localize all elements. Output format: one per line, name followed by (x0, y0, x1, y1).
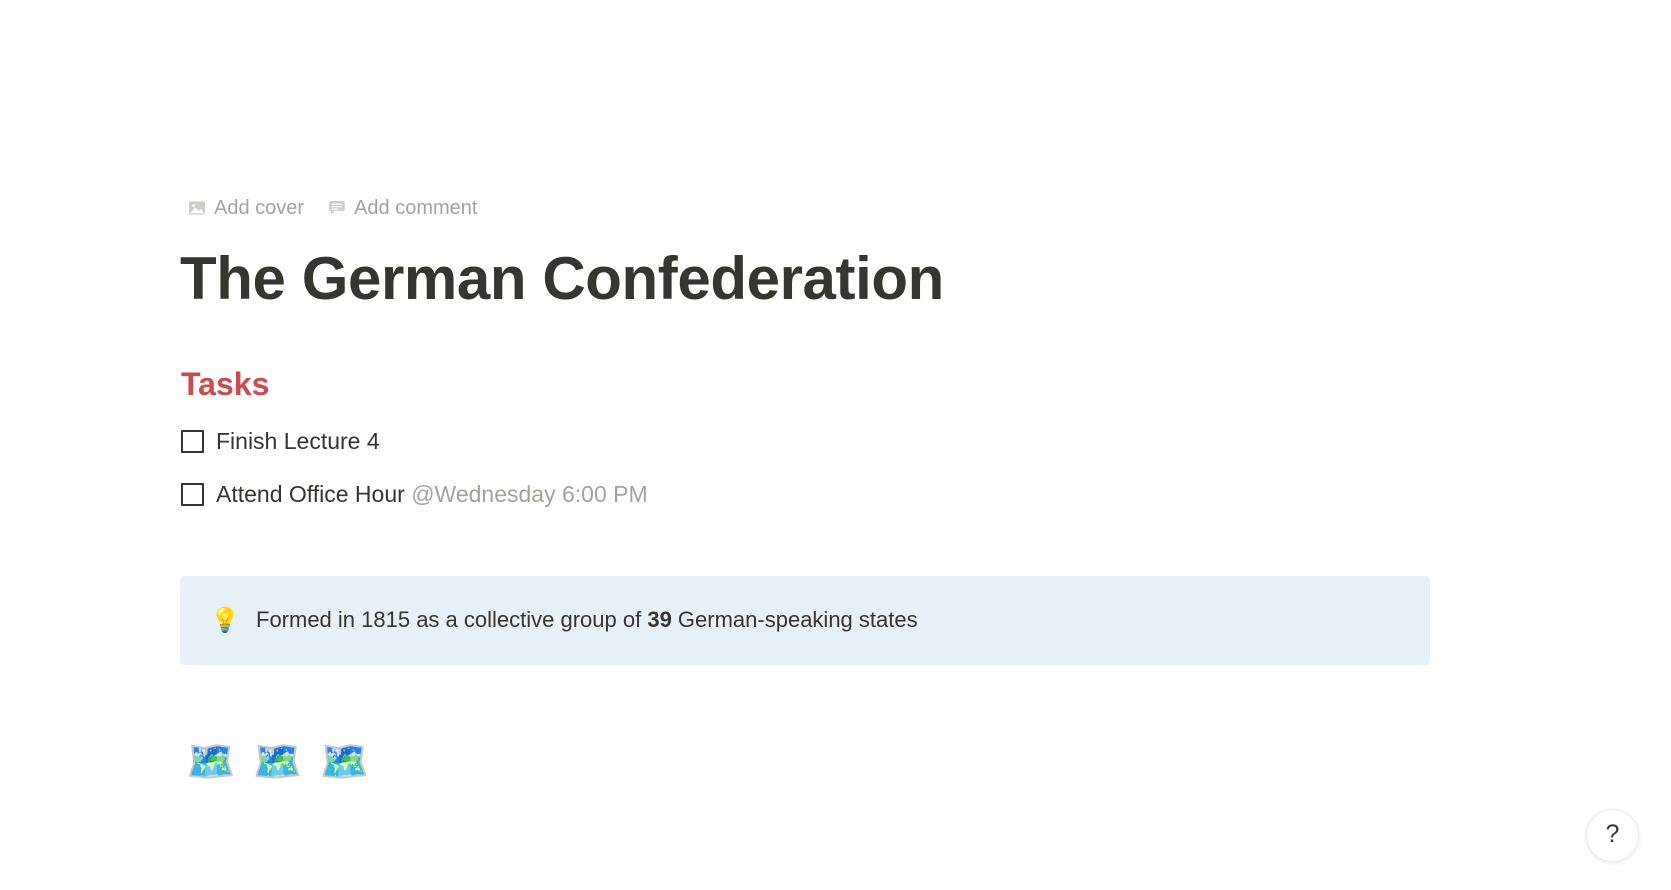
add-cover-button[interactable]: Add cover (188, 196, 304, 220)
image-icon (188, 199, 206, 217)
add-cover-label: Add cover (214, 197, 305, 219)
map-emoji: 🗺️ (252, 740, 303, 784)
add-comment-button[interactable]: Add comment (328, 196, 477, 220)
map-emoji: 🗺️ (186, 740, 236, 784)
notion-page: Add cover Add comment The German Confede… (0, 0, 1671, 890)
todo-checkbox[interactable] (181, 482, 204, 506)
page-icon[interactable] (185, 60, 311, 161)
section-heading-tasks[interactable]: Tasks (181, 365, 269, 403)
map-emoji: 🗺️ (319, 740, 370, 784)
help-button[interactable]: ? (1586, 809, 1639, 862)
lightbulb-icon[interactable]: 💡 (210, 608, 240, 633)
page-action-row: Add cover Add comment (188, 196, 477, 220)
add-comment-label: Add comment (354, 197, 478, 219)
callout-bold-number: 39 (647, 607, 672, 633)
todo-item[interactable]: Attend Office Hour @Wednesday 6:00 PM (181, 475, 1381, 513)
german-flag-emoji[interactable] (185, 60, 311, 161)
callout-block[interactable]: 💡 Formed in 1815 as a collective group o… (180, 576, 1430, 665)
todo-list: Finish Lecture 4 Attend Office Hour @Wed… (181, 422, 1381, 513)
callout-text[interactable]: Formed in 1815 as a collective group of … (256, 605, 918, 636)
page-title[interactable]: The German Confederation (180, 246, 944, 312)
todo-item[interactable]: Finish Lecture 4 (181, 422, 1381, 460)
todo-label[interactable]: Attend Office Hour @Wednesday 6:00 PM (216, 478, 648, 510)
todo-checkbox[interactable] (181, 429, 204, 453)
date-mention[interactable]: @Wednesday 6:00 PM (411, 481, 647, 507)
emoji-row[interactable]: 🗺️ 🗺️ 🗺️ (186, 742, 369, 782)
todo-label[interactable]: Finish Lecture 4 (216, 425, 380, 457)
comment-icon (328, 199, 346, 217)
